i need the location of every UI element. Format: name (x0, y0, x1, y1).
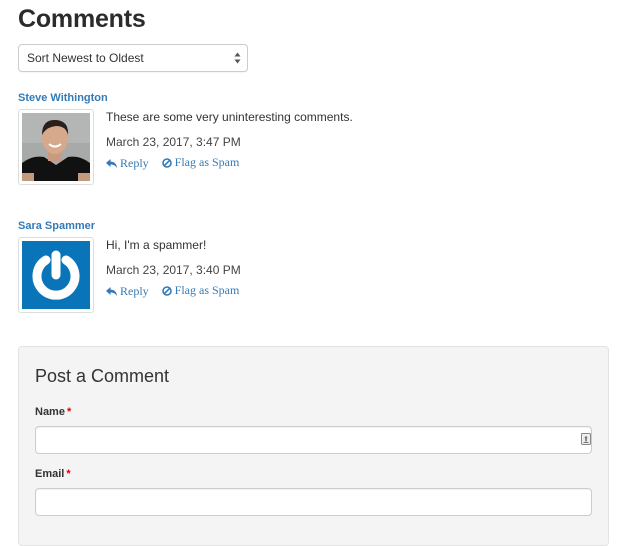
comment-author-link[interactable]: Sara Spammer (18, 220, 95, 232)
gravatar-default-icon (22, 241, 90, 309)
flag-spam-link[interactable]: Flag as Spam (161, 283, 240, 298)
comment-author-link[interactable]: Steve Withington (18, 92, 108, 104)
comment-date: March 23, 2017, 3:47 PM (106, 135, 241, 149)
comment-body: These are some very uninteresting commen… (106, 110, 353, 172)
comment-date: March 23, 2017, 3:40 PM (106, 263, 241, 277)
reply-link[interactable]: Reply (106, 156, 149, 171)
avatar (18, 237, 94, 313)
comment-actions: Reply Flag as Spam (106, 283, 241, 300)
post-comment-title: Post a Comment (35, 366, 170, 386)
name-input[interactable] (35, 426, 592, 454)
ban-icon (161, 157, 172, 168)
reply-label: Reply (120, 283, 149, 298)
email-input[interactable] (35, 488, 592, 516)
flag-spam-label: Flag as Spam (174, 283, 240, 297)
comment-text: These are some very uninteresting commen… (106, 110, 353, 124)
reply-link[interactable]: Reply (106, 284, 149, 299)
email-label: Email * (35, 468, 71, 480)
reply-icon (106, 286, 117, 296)
up-down-arrows-icon (234, 52, 241, 64)
post-comment-panel: Post a Comment Name * Email * (18, 346, 609, 546)
comment-text: Hi, I'm a spammer! (106, 238, 207, 252)
comment-actions: Reply Flag as Spam (106, 155, 353, 172)
reply-icon (106, 158, 117, 168)
required-marker: * (66, 468, 71, 480)
contact-card-icon[interactable] (581, 433, 591, 445)
email-label-text: Email (35, 468, 65, 480)
ban-icon (161, 285, 172, 296)
page-title: Comments (18, 5, 146, 33)
sort-select-value: Sort Newest to Oldest (27, 51, 144, 65)
sort-select[interactable]: Sort Newest to Oldest (18, 44, 248, 72)
photo-avatar-image (22, 113, 90, 181)
comment-body: Hi, I'm a spammer! March 23, 2017, 3:40 … (106, 238, 241, 300)
flag-spam-link[interactable]: Flag as Spam (161, 155, 240, 170)
name-label-text: Name (35, 406, 65, 418)
flag-spam-label: Flag as Spam (174, 155, 240, 169)
name-label: Name * (35, 406, 71, 418)
required-marker: * (66, 406, 72, 418)
avatar (18, 109, 94, 185)
reply-label: Reply (120, 155, 149, 170)
name-field-wrapper (19, 426, 608, 454)
